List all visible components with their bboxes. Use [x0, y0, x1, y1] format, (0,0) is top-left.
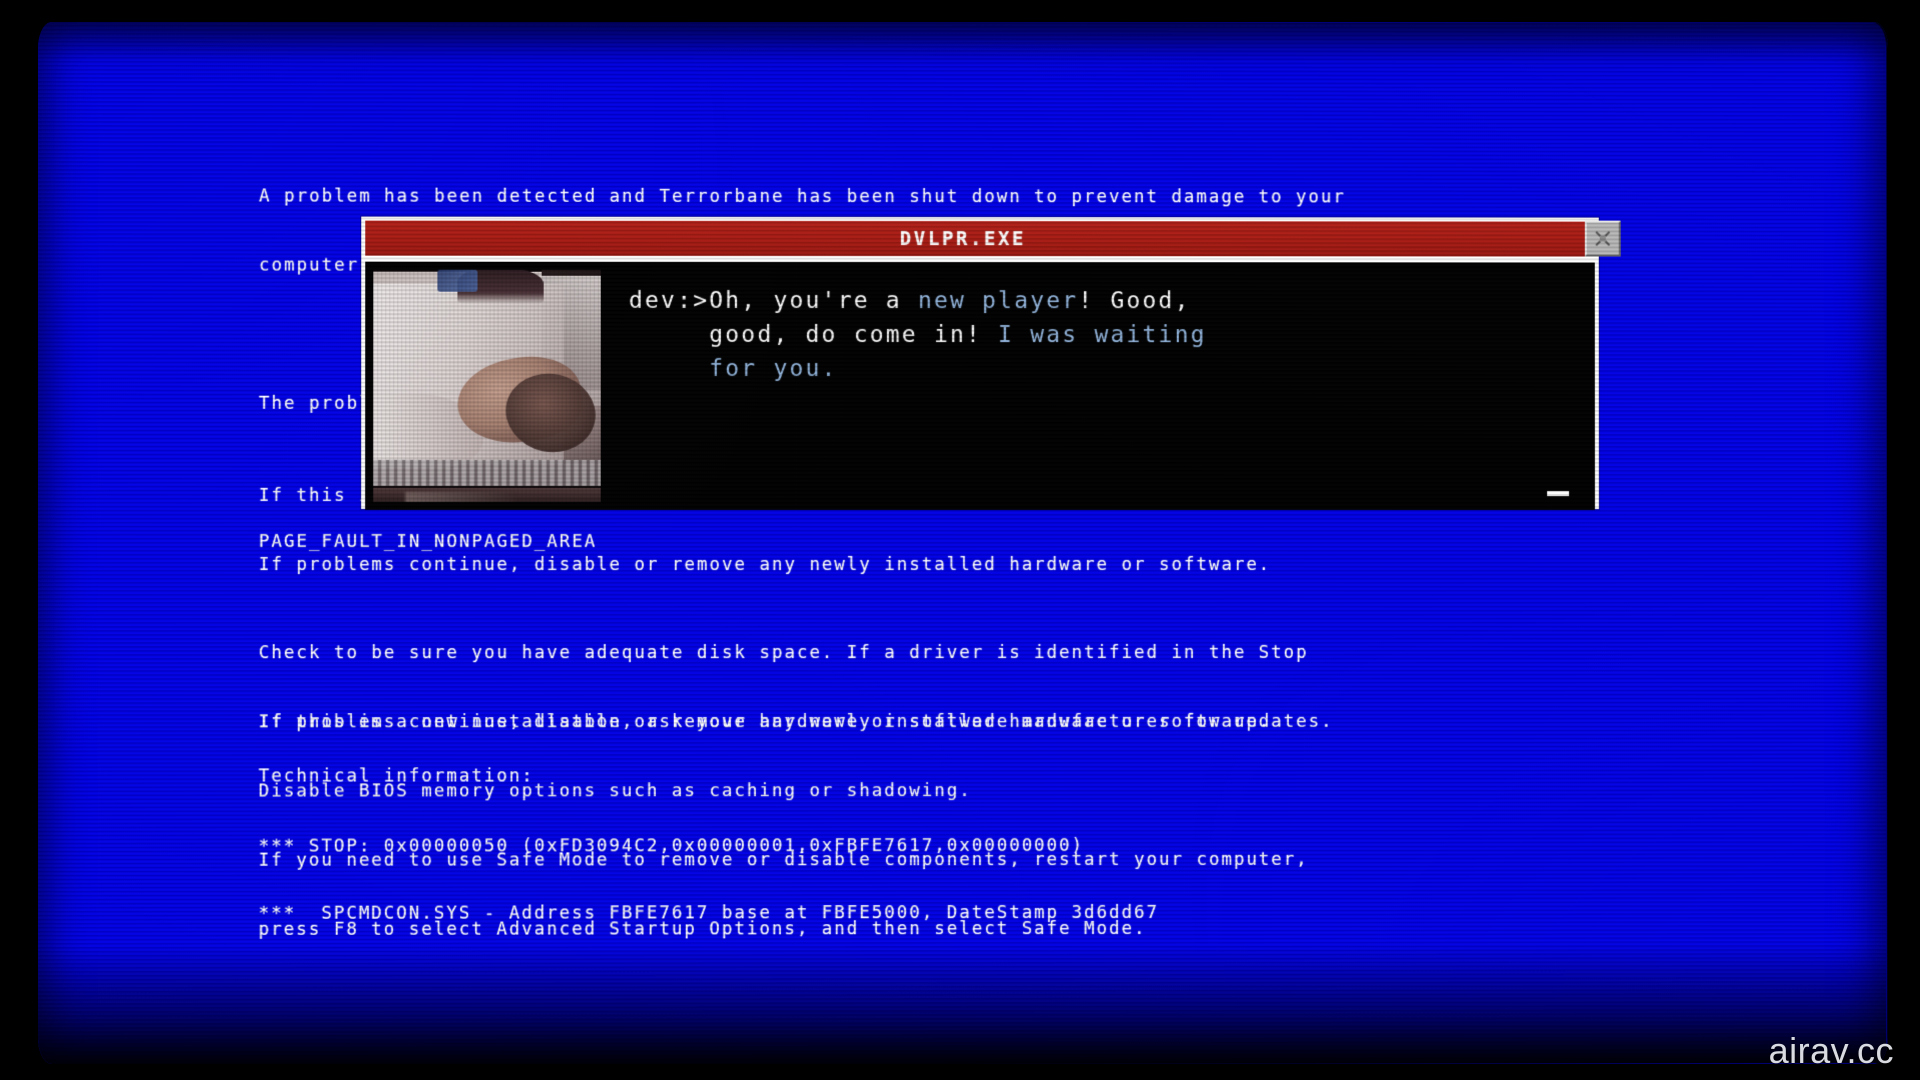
dialogue-line1-a: Oh, you're a — [709, 287, 918, 315]
bsod-line: Technical information: — [258, 766, 535, 787]
dialogue-line2-highlight: I was waiting — [998, 322, 1207, 349]
crt-bezel: A problem has been detected and Terrorba… — [0, 0, 1920, 1080]
bsod-line: If problems continue, disable or remove … — [258, 554, 1272, 576]
dialogue-line3-highlight: for you. — [709, 355, 838, 382]
close-x-icon — [1594, 230, 1612, 248]
dialogue-line1-c: ! Good, — [1078, 288, 1191, 315]
developer-portrait-image — [365, 261, 609, 510]
dvlpr-titlebar[interactable]: DVLPR.EXE — [365, 220, 1621, 257]
dvlpr-window[interactable]: DVLPR.EXE dev:>Oh, you're a new player! … — [361, 216, 1621, 511]
dvlpr-body: dev:>Oh, you're a new player! Good, good… — [365, 261, 1595, 511]
bsod-line: A problem has been detected and Terrorba… — [258, 186, 1346, 208]
close-button[interactable] — [1584, 220, 1621, 257]
crt-screen: A problem has been detected and Terrorba… — [38, 22, 1888, 1064]
dialogue-line2-a: good, do come in! — [709, 321, 999, 349]
dialogue-speaker-prefix: dev:> — [628, 287, 710, 314]
screen-picture: A problem has been detected and Terrorba… — [38, 22, 1887, 1064]
dialogue-line1-highlight: new player — [917, 288, 1079, 315]
bsod-line: *** SPCMDCON.SYS - Address FBFE7617 base… — [258, 902, 1159, 924]
bsod-driver-info: *** SPCMDCON.SYS - Address FBFE7617 base… — [258, 856, 1159, 972]
dvlpr-dialogue-text: dev:>Oh, you're a new player! Good, good… — [609, 262, 1595, 510]
dvlpr-window-title: DVLPR.EXE — [899, 227, 1027, 250]
site-watermark: airav.cc — [1768, 1030, 1894, 1071]
dialogue-cursor — [1547, 491, 1570, 497]
bsod-text-area: A problem has been detected and Terrorba… — [38, 22, 1886, 1064]
bsod-line: Check to be sure you have adequate disk … — [258, 642, 1309, 664]
